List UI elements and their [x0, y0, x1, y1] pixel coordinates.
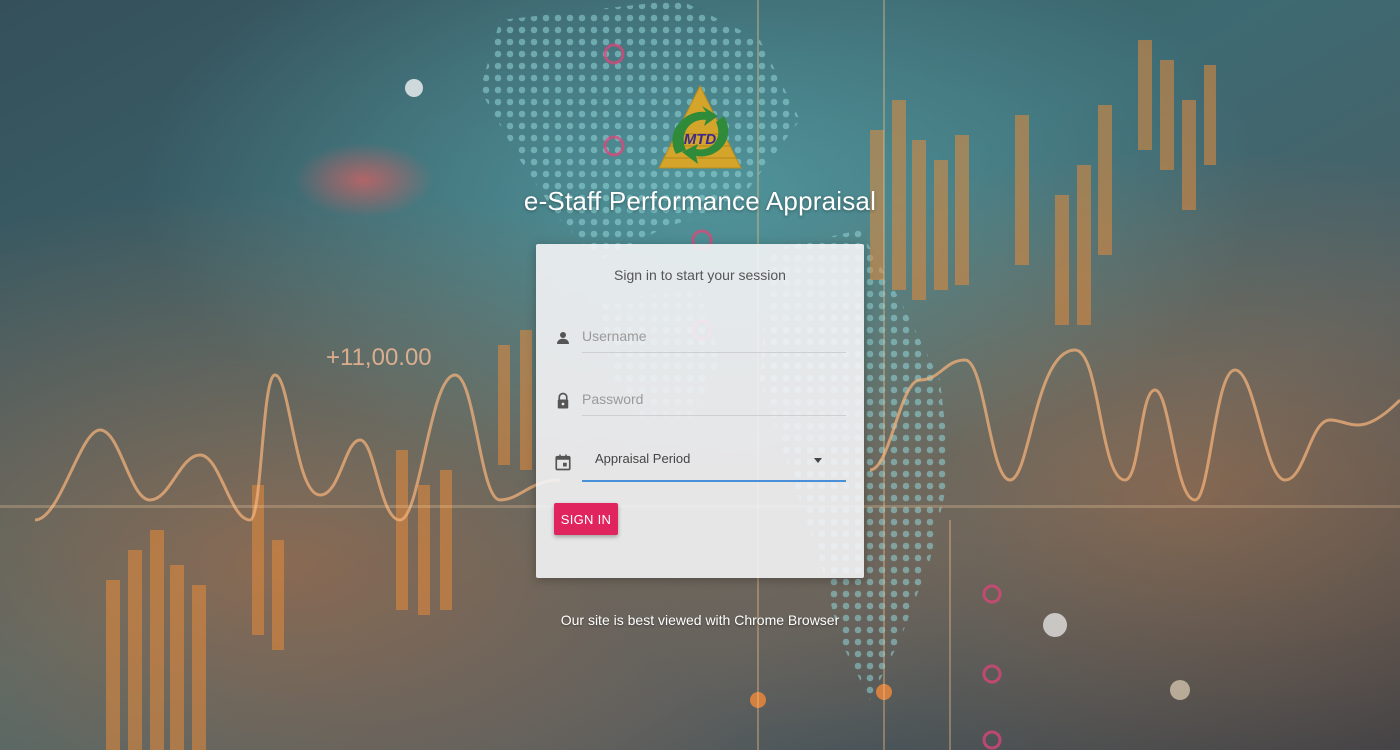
login-card: Sign in to start your session Appraisal …	[536, 244, 864, 578]
svg-text:MTD: MTD	[684, 131, 717, 148]
appraisal-period-select[interactable]: Appraisal Period	[582, 442, 846, 482]
login-heading: Sign in to start your session	[614, 267, 786, 283]
browser-note: Our site is best viewed with Chrome Brow…	[560, 612, 840, 628]
calendar-icon	[555, 454, 571, 471]
person-icon	[557, 332, 569, 344]
appraisal-period-value: Appraisal Period	[595, 451, 691, 466]
background-number: +11,00.00	[326, 344, 432, 371]
app-title: e-Staff Performance Appraisal	[523, 186, 877, 216]
password-input[interactable]	[582, 382, 846, 416]
username-input[interactable]	[582, 319, 846, 353]
lock-icon	[557, 392, 569, 409]
sign-in-button[interactable]: SIGN IN	[554, 503, 618, 535]
mtd-logo: MTD	[658, 84, 742, 169]
chevron-down-icon	[814, 458, 822, 463]
